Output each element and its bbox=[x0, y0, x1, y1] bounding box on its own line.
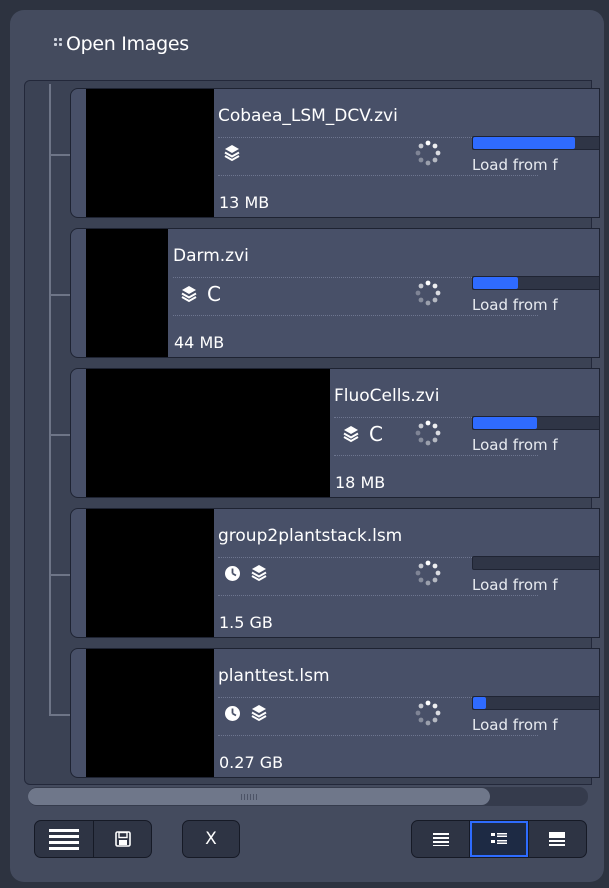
image-attributes: C bbox=[343, 422, 383, 446]
image-thumbnail[interactable] bbox=[86, 229, 168, 357]
layers-icon bbox=[181, 286, 197, 303]
image-name: Cobaea_LSM_DCV.zvi bbox=[218, 106, 398, 126]
horizontal-scrollbar[interactable] bbox=[28, 787, 588, 806]
list-view-button[interactable] bbox=[412, 821, 469, 857]
image-attributes bbox=[224, 144, 240, 162]
divider bbox=[218, 735, 538, 736]
channel-indicator: C bbox=[369, 422, 383, 446]
image-card[interactable]: planttest.lsm 0.27 GB Load from f bbox=[70, 648, 600, 778]
tree-branch bbox=[51, 294, 70, 296]
loading-spinner-icon bbox=[415, 560, 441, 586]
bottom-toolbar: X bbox=[24, 812, 590, 867]
select-all-button[interactable] bbox=[35, 821, 93, 857]
tree-branch bbox=[51, 714, 70, 716]
image-name: planttest.lsm bbox=[218, 666, 330, 686]
loading-spinner-icon bbox=[415, 700, 441, 726]
image-size: 0.27 GB bbox=[219, 753, 284, 772]
layers-icon bbox=[251, 705, 267, 722]
image-attributes bbox=[224, 564, 267, 582]
divider bbox=[334, 455, 538, 456]
progress-fill bbox=[473, 417, 537, 429]
divider bbox=[218, 595, 538, 596]
image-name: group2plantstack.lsm bbox=[218, 526, 403, 546]
load-progress-bar bbox=[472, 696, 599, 710]
image-thumbnail[interactable] bbox=[86, 649, 214, 777]
divider bbox=[218, 175, 538, 176]
image-card[interactable]: Cobaea_LSM_DCV.zvi 13 MB Load from f bbox=[70, 88, 600, 218]
list-view-icon bbox=[432, 833, 449, 846]
list-actions-group bbox=[34, 820, 152, 858]
scrollbar-grip-icon bbox=[241, 794, 257, 800]
tree-line bbox=[49, 84, 51, 716]
detail-view-button[interactable] bbox=[469, 821, 528, 857]
divider bbox=[173, 315, 538, 316]
gallery-view-button[interactable] bbox=[527, 821, 586, 857]
loading-spinner-icon bbox=[415, 420, 441, 446]
tree-branch bbox=[51, 154, 70, 156]
image-card[interactable]: group2plantstack.lsm 1.5 GB Load from f bbox=[70, 508, 600, 638]
gallery-view-icon bbox=[549, 832, 566, 846]
save-icon bbox=[114, 831, 131, 847]
detail-view-icon bbox=[490, 833, 507, 844]
layers-icon bbox=[251, 565, 267, 582]
image-name: FluoCells.zvi bbox=[334, 386, 440, 406]
image-size: 1.5 GB bbox=[219, 613, 273, 632]
clock-icon bbox=[225, 705, 240, 721]
image-size: 18 MB bbox=[335, 473, 386, 492]
scrollbar-thumb[interactable] bbox=[28, 788, 490, 805]
load-progress-bar bbox=[472, 136, 599, 150]
save-button[interactable] bbox=[93, 821, 151, 857]
clock-icon bbox=[225, 565, 240, 581]
progress-fill bbox=[473, 137, 576, 149]
load-status: Load from f bbox=[472, 296, 558, 314]
image-attributes: C bbox=[181, 282, 221, 306]
layers-icon bbox=[224, 145, 240, 162]
load-status: Load from f bbox=[472, 716, 558, 734]
load-progress-bar bbox=[472, 416, 599, 430]
image-thumbnail[interactable] bbox=[86, 89, 214, 217]
load-status: Load from f bbox=[472, 156, 558, 174]
image-size: 44 MB bbox=[174, 333, 225, 352]
progress-fill bbox=[473, 697, 486, 709]
image-thumbnail[interactable] bbox=[86, 509, 214, 637]
load-status: Load from f bbox=[472, 576, 558, 594]
tree-branch bbox=[51, 574, 70, 576]
layers-icon bbox=[343, 426, 359, 443]
image-thumbnail[interactable] bbox=[86, 369, 330, 497]
image-card[interactable]: Darm.zvi C 44 MB Load from f bbox=[70, 228, 600, 358]
panel-drag-handle-icon[interactable] bbox=[54, 38, 63, 47]
image-attributes bbox=[224, 704, 267, 722]
loading-spinner-icon bbox=[415, 280, 441, 306]
close-group: X bbox=[182, 820, 240, 858]
list-lines-icon bbox=[49, 829, 79, 850]
image-name: Darm.zvi bbox=[173, 246, 249, 266]
panel-title: Open Images bbox=[66, 33, 189, 55]
image-size: 13 MB bbox=[219, 193, 270, 212]
loading-spinner-icon bbox=[415, 140, 441, 166]
close-image-button[interactable]: X bbox=[183, 821, 239, 857]
load-status: Load from f bbox=[472, 436, 558, 454]
progress-fill bbox=[473, 277, 518, 289]
channel-indicator: C bbox=[207, 282, 221, 306]
tree-branch bbox=[51, 434, 70, 436]
image-card[interactable]: FluoCells.zvi C 18 MB Load from f bbox=[70, 368, 600, 498]
load-progress-bar bbox=[472, 276, 599, 290]
load-progress-bar bbox=[472, 556, 599, 570]
view-mode-group bbox=[411, 820, 587, 858]
